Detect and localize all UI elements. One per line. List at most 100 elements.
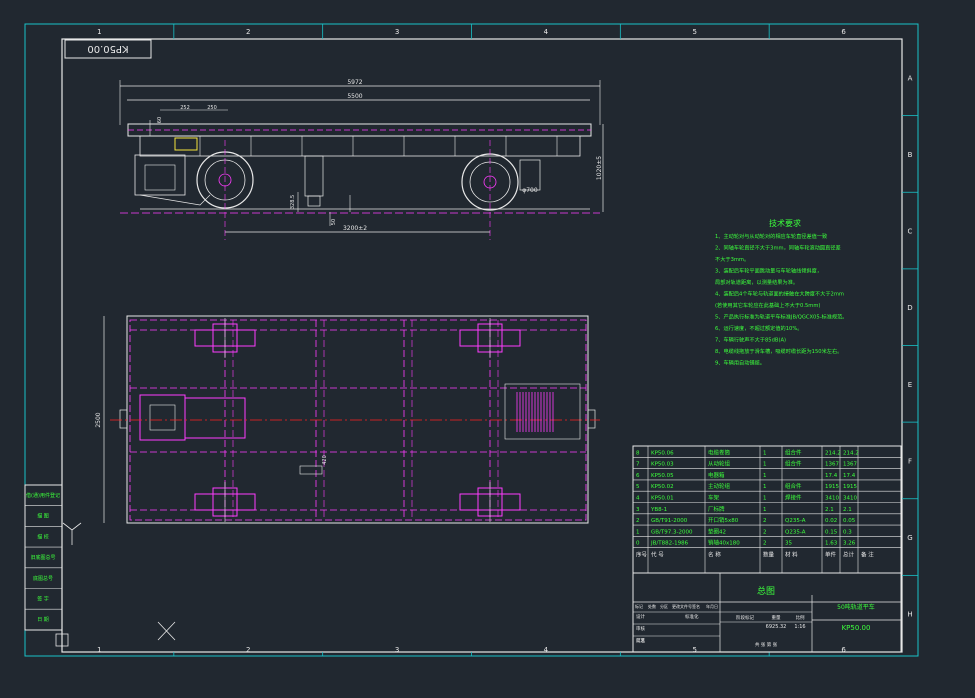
dim-c: 60 (157, 117, 163, 123)
bom-cell: 1 (763, 484, 767, 490)
tb-weight: 6925.32 (766, 624, 787, 630)
bom-cell: 3410 (825, 496, 839, 502)
bom-cell: 4 (636, 496, 640, 502)
zone-column-label: 3 (395, 646, 399, 654)
bom-cell: 组合件 (785, 482, 802, 490)
tb-role-label: 批准 (636, 637, 645, 644)
bom-cell: KP50.05 (651, 473, 674, 479)
bom-cell: 2.1 (825, 507, 834, 513)
bom-cell: 0.15 (825, 529, 838, 535)
bom-cell: 1 (763, 450, 767, 456)
tech-requirement-line: 1、主动轮对与从动轮对的相应车轮直径差值一致 (715, 232, 828, 240)
bom-cell: 7 (636, 462, 640, 468)
bom-cell: 1.63 (825, 541, 838, 547)
dim-height: 1020±5 (596, 156, 603, 180)
zone-column-label: 4 (544, 646, 549, 654)
bom-cell: Q235-A (785, 518, 806, 524)
dim-d: 328.5 (290, 195, 296, 209)
zone-row-label: D (907, 304, 912, 312)
zone-row-label: A (908, 74, 913, 82)
bom-cell: 8 (636, 450, 640, 456)
bom-header-cell: 单件 (825, 551, 837, 559)
bom-cell: 焊接件 (785, 494, 802, 502)
tb-drawing-no: KP50.00 (842, 624, 871, 632)
tech-requirement-line: 5、产品执行标准为轨道平车标准JB/QGCX05-标准规范。 (715, 313, 847, 321)
bom-cell: 1367 (825, 462, 839, 468)
bom-cell: JB/T882-1986 (650, 541, 689, 547)
bom-header-cell: 材 料 (785, 551, 798, 559)
bom-cell: 主动轮组 (708, 482, 731, 490)
bom-cell: 0 (636, 541, 640, 547)
zone-row-label: H (907, 611, 912, 619)
bom-cell: 0.3 (843, 529, 852, 535)
zone-column-label: 5 (693, 28, 697, 36)
bom-cell: KP50.02 (651, 484, 674, 490)
tech-requirement-line: 4、装配后4个车轮与轨道面的接触在大跨度不大于2mm (715, 290, 844, 298)
stamp-text: KP50.00 (87, 43, 128, 54)
dim-b: 250 (207, 105, 217, 111)
tech-requirement-line: 3、装配后车轮平面跳动量与车轮轴线倾斜度， (715, 267, 822, 275)
bom-cell: KP50.06 (651, 450, 674, 456)
zone-row-label: F (908, 457, 912, 465)
tb-assembly: 总图 (757, 585, 775, 597)
tb-stage-label: 阶段标记 (736, 614, 754, 621)
tech-requirement-line: 2、同轴车轮直径不大于3mm，同轴车轮滚动圆直径差 (715, 244, 841, 252)
dim-width: 2500 (95, 412, 102, 427)
zone-column-label: 2 (246, 28, 250, 36)
cable-reel-coil (504, 383, 581, 440)
bom-cell: 3410 (843, 496, 857, 502)
bom-cell: 1367 (843, 462, 857, 468)
bom-cell: 从动轮组 (708, 460, 731, 468)
tb-product: 50吨轨道平车 (837, 603, 875, 611)
tech-requirement-line: 9、车辆用自动铺缆。 (715, 359, 765, 367)
bom-cell: 0.02 (825, 518, 837, 524)
bom-header-cell: 序号 (636, 551, 648, 559)
zone-grid: 1 1 2 2 3 3 4 4 5 5 6 6 A B C D E F G H (97, 24, 918, 656)
side-register-label: 描 图 (37, 513, 49, 520)
dim-e: 50 (331, 219, 337, 225)
bom-cell: 组合件 (785, 460, 802, 468)
dim-a: 252 (180, 105, 190, 111)
zone-column-label: 6 (841, 28, 846, 36)
bom-cell: 垫圈42 (708, 527, 726, 535)
tb-role-label: 标准化 (685, 613, 699, 620)
bom-cell: 2 (763, 518, 767, 524)
zone-column-label: 1 (97, 28, 101, 36)
bom-cell: 214.2 (843, 450, 859, 456)
ucs-icon (55, 522, 176, 647)
tb-field-label: 处数 (648, 603, 656, 609)
cad-drawing-canvas[interactable]: 112233445566ABCDEFGH KP50.00 5972 5500 2… (0, 0, 975, 698)
bom-cell: KP50.01 (651, 496, 674, 502)
dim-overall-length: 5972 (347, 79, 362, 86)
bom-table: 8 KP50.06 电缆卷筒 1 组合件 214.2 214.2 7 KP50.03 从动轮组 1 组… (632, 445, 902, 574)
side-register-label: 签 字 (37, 596, 49, 603)
tb-field-label: 更改文件号 (672, 603, 692, 609)
deck-ribs (199, 136, 558, 156)
bom-cell: Q235-A (785, 529, 806, 535)
zone-row-label: C (908, 228, 913, 236)
tech-requirement-line: 局部对轨道距离，以测量结果为准。 (715, 278, 798, 286)
side-register-label: 日 期 (37, 617, 49, 623)
bom-cell: 厂标牌 (708, 505, 725, 513)
bom-cell: 1 (763, 496, 767, 502)
tb-scale-label: 比例 (796, 614, 805, 621)
bom-cell: 车架 (708, 494, 720, 502)
bom-header-cell: 总计 (843, 551, 855, 559)
tech-requirement-line: 8、电缆线拖放于滑车槽，吸缆时缆长距为150米左右。 (715, 347, 842, 355)
side-register-label: 旧底图总号 (30, 554, 55, 561)
tb-role-label: 审核 (636, 625, 645, 632)
zone-column-label: 5 (693, 646, 697, 654)
tb-field-label: 年月日 (706, 603, 718, 609)
bom-cell: 销轴40x180 (708, 539, 740, 547)
dim-frame-length: 5500 (347, 93, 362, 100)
zone-row-label: E (908, 381, 912, 389)
tb-field-label: 分区 (660, 603, 668, 609)
bom-cell: 5 (636, 484, 640, 490)
tb-sheet-label: 共 张 第 张 (755, 641, 778, 648)
zone-column-label: 1 (97, 646, 101, 654)
bom-cell: 2.1 (843, 507, 852, 513)
side-register-label: 借(通)用件登记 (26, 492, 60, 499)
side-register-label: 描 校 (37, 533, 49, 540)
zone-row-label: G (907, 534, 912, 542)
dim-wheelbase: 3200±2 (343, 225, 367, 232)
